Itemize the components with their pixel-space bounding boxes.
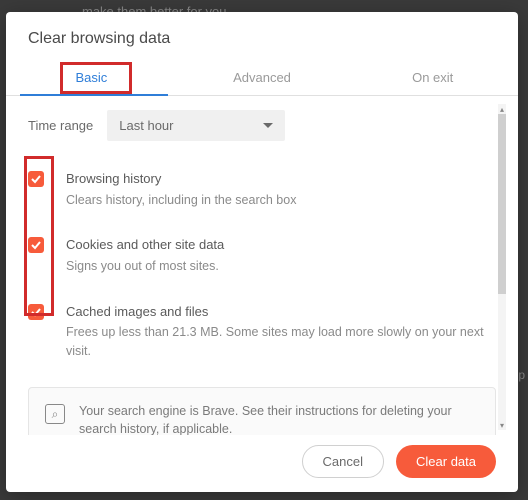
check-icon <box>30 173 42 185</box>
cancel-button[interactable]: Cancel <box>302 445 384 478</box>
search-engine-notice: ⌕ Your search engine is Brave. See their… <box>28 387 496 436</box>
scroll-thumb[interactable] <box>498 114 506 294</box>
dialog-content: Time range Last hour Browsing history Cl… <box>6 96 518 435</box>
tab-basic[interactable]: Basic <box>6 62 177 95</box>
time-range-label: Time range <box>28 118 93 133</box>
tab-on-exit[interactable]: On exit <box>347 62 518 95</box>
time-range-row: Time range Last hour <box>28 110 496 141</box>
checkbox-cookies[interactable] <box>28 237 44 253</box>
clear-data-button[interactable]: Clear data <box>396 445 496 478</box>
magnify-icon: ⌕ <box>45 404 65 424</box>
notice-text: Your search engine is Brave. See their i… <box>79 402 479 436</box>
option-cache: Cached images and files Frees up less th… <box>28 302 496 361</box>
option-desc: Clears history, including in the search … <box>66 191 296 210</box>
tab-advanced[interactable]: Advanced <box>177 62 348 95</box>
checkbox-browsing-history[interactable] <box>28 171 44 187</box>
check-icon <box>30 239 42 251</box>
option-desc: Signs you out of most sites. <box>66 257 224 276</box>
option-title: Cookies and other site data <box>66 235 224 255</box>
chevron-down-icon <box>263 123 273 128</box>
tab-bar: Basic Advanced On exit <box>6 62 518 96</box>
time-range-value: Last hour <box>119 118 173 133</box>
option-browsing-history: Browsing history Clears history, includi… <box>28 169 496 209</box>
option-cookies: Cookies and other site data Signs you ou… <box>28 235 496 275</box>
scroll-up-icon[interactable]: ▴ <box>498 104 506 114</box>
dialog-title: Clear browsing data <box>6 30 518 62</box>
option-desc: Frees up less than 21.3 MB. Some sites m… <box>66 323 496 361</box>
option-title: Browsing history <box>66 169 296 189</box>
time-range-select[interactable]: Last hour <box>107 110 285 141</box>
checkbox-cache[interactable] <box>28 304 44 320</box>
clear-browsing-data-dialog: Clear browsing data Basic Advanced On ex… <box>6 12 518 492</box>
check-icon <box>30 306 42 318</box>
dialog-footer: Cancel Clear data <box>6 435 518 478</box>
option-title: Cached images and files <box>66 302 496 322</box>
scroll-down-icon[interactable]: ▾ <box>498 420 506 430</box>
scrollbar[interactable]: ▴ ▾ <box>498 104 506 430</box>
